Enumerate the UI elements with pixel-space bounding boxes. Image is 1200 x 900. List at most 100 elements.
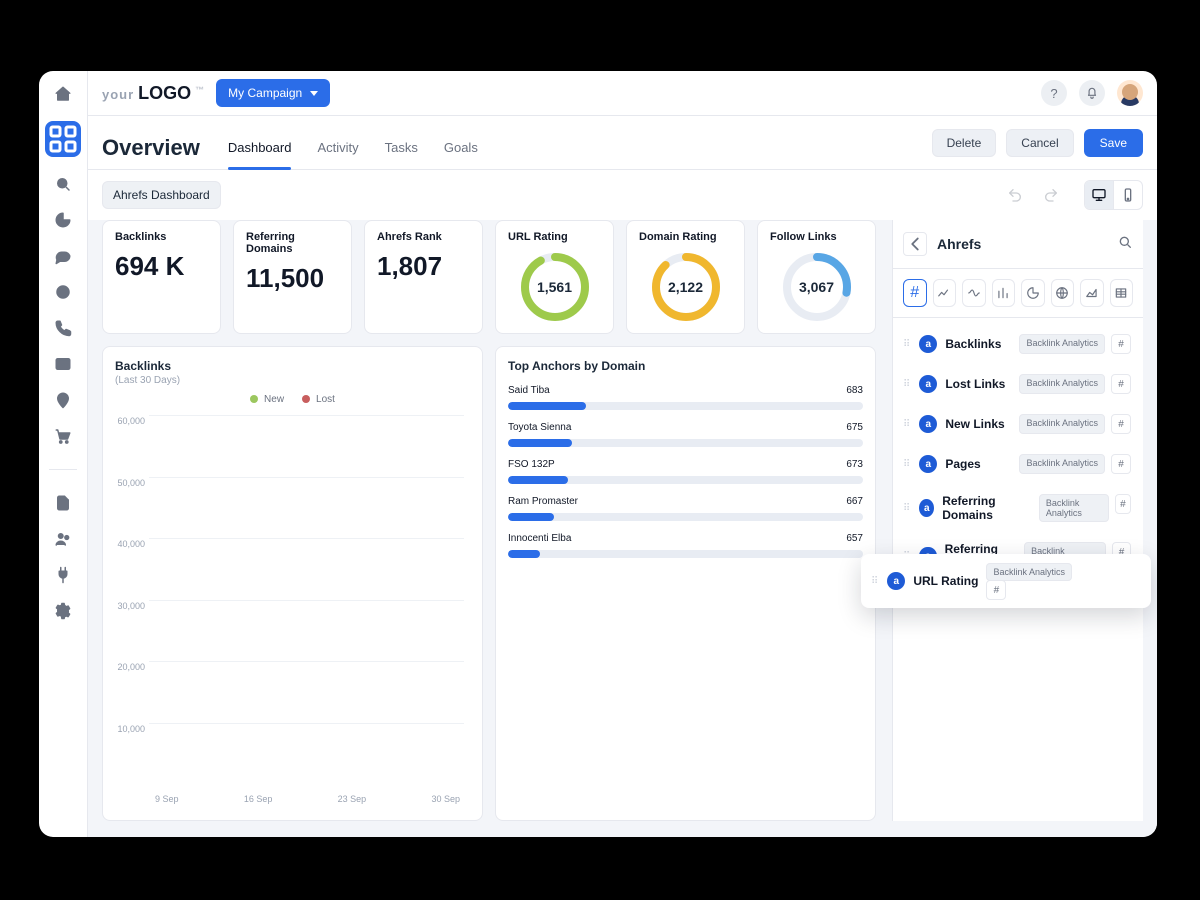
page-title: Overview — [102, 135, 200, 161]
type-spark[interactable] — [962, 279, 986, 307]
phone-icon[interactable] — [54, 319, 72, 337]
drag-handle-icon[interactable]: ⠿ — [903, 459, 911, 470]
apps-icon[interactable] — [45, 121, 81, 157]
avatar[interactable] — [1117, 80, 1143, 106]
ahrefs-logo-icon: a — [919, 455, 937, 473]
anchor-bar — [508, 513, 863, 521]
widget-item-type-icon: # — [986, 580, 1006, 600]
metric-cards-row: Backlinks694 KReferring Domains11,500Ahr… — [102, 220, 876, 334]
anchor-value: 673 — [846, 459, 863, 470]
type-table[interactable] — [1110, 279, 1134, 307]
widget-sidebar: Ahrefs # ⠿aBack — [892, 220, 1143, 821]
widget-type-row: # — [893, 269, 1143, 318]
notifications-button[interactable] — [1079, 80, 1105, 106]
widget-item-tag: Backlink Analytics — [1019, 374, 1105, 394]
metric-card[interactable]: Backlinks694 K — [102, 220, 221, 334]
widget-item-dragging[interactable]: ⠿ a URL Rating Backlink Analytics # — [861, 554, 1151, 608]
metric-card[interactable]: Domain Rating2,122 — [626, 220, 745, 334]
help-button[interactable]: ? — [1041, 80, 1067, 106]
metric-card[interactable]: URL Rating1,561 — [495, 220, 614, 334]
file-icon[interactable] — [54, 494, 72, 512]
drag-handle-icon[interactable]: ⠿ — [903, 419, 911, 430]
chat-icon[interactable] — [54, 247, 72, 265]
anchor-row: Innocenti Elba657 — [508, 533, 863, 558]
metric-label: Follow Links — [770, 231, 863, 243]
device-toggle — [1084, 180, 1143, 210]
cart-icon[interactable] — [54, 427, 72, 445]
x-tick-label: 30 Sep — [431, 794, 460, 804]
widget-item[interactable]: ⠿aBacklinksBacklink Analytics# — [897, 326, 1137, 362]
plug-icon[interactable] — [54, 566, 72, 584]
drag-handle-icon[interactable]: ⠿ — [871, 576, 879, 587]
widget-item-tag: Backlink Analytics — [986, 563, 1072, 581]
cancel-button[interactable]: Cancel — [1006, 129, 1073, 157]
type-bar[interactable] — [992, 279, 1016, 307]
toolbar: Ahrefs Dashboard — [88, 170, 1157, 220]
anchor-bar — [508, 476, 863, 484]
widget-item-tag: Backlink Analytics — [1019, 414, 1105, 434]
campaign-dropdown[interactable]: My Campaign — [216, 79, 330, 107]
target-icon[interactable] — [54, 283, 72, 301]
widget-item-label: New Links — [945, 417, 1004, 431]
device-mobile[interactable] — [1114, 181, 1142, 209]
drag-handle-icon[interactable]: ⠿ — [903, 339, 911, 350]
anchor-name: Toyota Sienna — [508, 422, 571, 433]
legend-new-dot — [250, 395, 258, 403]
anchor-name: Innocenti Elba — [508, 533, 571, 544]
back-button[interactable] — [903, 232, 927, 256]
metric-card[interactable]: Follow Links 3,067 — [757, 220, 876, 334]
breadcrumb[interactable]: Ahrefs Dashboard — [102, 181, 221, 209]
metric-label: Ahrefs Rank — [377, 231, 470, 243]
tab-activity[interactable]: Activity — [317, 126, 358, 169]
drag-handle-icon[interactable]: ⠿ — [903, 503, 911, 514]
donut-gauge: 2,122 — [650, 251, 722, 323]
type-area[interactable] — [1080, 279, 1104, 307]
type-pie[interactable] — [1021, 279, 1045, 307]
widget-header: Ahrefs — [893, 220, 1143, 269]
save-button[interactable]: Save — [1084, 129, 1143, 157]
delete-button[interactable]: Delete — [932, 129, 997, 157]
metric-card[interactable]: Ahrefs Rank1,807 — [364, 220, 483, 334]
widget-item[interactable]: ⠿aPagesBacklink Analytics# — [897, 446, 1137, 482]
tab-tasks[interactable]: Tasks — [385, 126, 418, 169]
widget-item-label: Pages — [945, 457, 980, 471]
tab-dashboard[interactable]: Dashboard — [228, 126, 292, 169]
brand-pre: your — [102, 87, 134, 102]
users-icon[interactable] — [54, 530, 72, 548]
anchor-name: Ram Promaster — [508, 496, 578, 507]
widget-item-type-icon: # — [1115, 494, 1131, 514]
x-tick-label: 23 Sep — [338, 794, 367, 804]
legend-new-label: New — [264, 394, 284, 405]
home-icon[interactable] — [54, 85, 72, 103]
anchor-value: 667 — [846, 496, 863, 507]
widget-item[interactable]: ⠿aNew LinksBacklink Analytics# — [897, 406, 1137, 442]
widget-item[interactable]: ⠿aLost LinksBacklink Analytics# — [897, 366, 1137, 402]
undo-button — [1000, 180, 1030, 210]
device-desktop[interactable] — [1085, 181, 1114, 209]
donut-gauge: 3,067 — [781, 251, 853, 323]
drag-handle-icon[interactable]: ⠿ — [903, 379, 911, 390]
mail-icon[interactable] — [54, 355, 72, 373]
type-line[interactable] — [933, 279, 957, 307]
subheader: Overview Dashboard Activity Tasks Goals … — [88, 116, 1157, 170]
tab-goals[interactable]: Goals — [444, 126, 478, 169]
widget-title: Ahrefs — [937, 236, 981, 252]
pin-icon[interactable] — [54, 391, 72, 409]
pie-icon[interactable] — [54, 211, 72, 229]
type-number[interactable]: # — [903, 279, 927, 307]
caret-down-icon — [310, 91, 318, 96]
legend-lost-label: Lost — [316, 394, 335, 405]
widget-item-type-icon: # — [1111, 454, 1131, 474]
brand-logo: your LOGO ™ — [102, 83, 204, 104]
anchor-row: Ram Promaster 667 — [508, 496, 863, 521]
widget-search-icon[interactable] — [1117, 234, 1133, 255]
search-icon[interactable] — [54, 175, 72, 193]
type-globe[interactable] — [1051, 279, 1075, 307]
widget-item-label: Lost Links — [945, 377, 1005, 391]
metric-card[interactable]: Referring Domains11,500 — [233, 220, 352, 334]
ahrefs-logo-icon: a — [887, 572, 905, 590]
gear-icon[interactable] — [54, 602, 72, 620]
rail-divider — [49, 469, 77, 470]
backlinks-chart-panel: Backlinks (Last 30 Days) New Lost 10,000… — [102, 346, 483, 821]
widget-item[interactable]: ⠿aReferring DomainsBacklink Analytics# — [897, 486, 1137, 530]
